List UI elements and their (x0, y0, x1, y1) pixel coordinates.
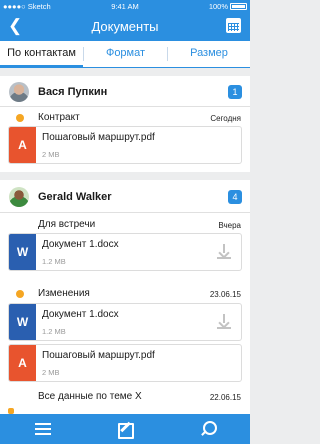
file-item[interactable]: W Документ 1.docx 1.2 MB (8, 303, 242, 341)
top-bar: ●●●●○ Sketch 9:41 AM 100% ❮ Документы (0, 0, 250, 41)
file-size: 1.2 MB (42, 327, 66, 336)
file-size: 1.2 MB (42, 257, 66, 266)
contact-card: Вася Пупкин 1 Контракт Сегодня A Пошагов… (0, 76, 250, 172)
tab-size[interactable]: Размер (168, 41, 250, 67)
download-icon[interactable] (217, 313, 231, 329)
download-icon[interactable] (217, 243, 231, 259)
message-title[interactable]: Контракт (38, 112, 80, 123)
message-title[interactable]: Для встречи (38, 219, 95, 230)
file-size: 2 MB (42, 368, 60, 377)
tab-format[interactable]: Формат (84, 41, 167, 67)
avatar (9, 187, 29, 207)
file-name: Пошаговый маршрут.pdf (42, 132, 155, 143)
search-icon[interactable] (198, 419, 218, 439)
file-name: Документ 1.docx (42, 309, 119, 320)
compose-icon[interactable] (115, 419, 135, 439)
contact-name[interactable]: Gerald Walker (38, 191, 112, 203)
file-item[interactable]: A Пошаговый маршрут.pdf 2 MB (8, 126, 242, 164)
file-name: Документ 1.docx (42, 239, 119, 250)
unread-dot (16, 290, 24, 298)
pdf-icon: A (9, 127, 36, 163)
battery-icon (230, 3, 247, 10)
message-title[interactable]: Изменения (38, 288, 90, 299)
tab-underline (0, 67, 250, 68)
calendar-icon[interactable] (226, 18, 241, 33)
contact-card: Gerald Walker 4 Для встречи Вчера W Доку… (0, 180, 250, 414)
tab-bar: По контактам Формат Размер (0, 41, 250, 67)
file-size: 2 MB (42, 150, 60, 159)
message-date: Вчера (218, 221, 241, 230)
contact-name[interactable]: Вася Пупкин (38, 86, 107, 98)
divider (0, 106, 250, 107)
message-date: 22.06.15 (209, 393, 241, 402)
file-item[interactable]: W Документ 1.docx 1.2 MB (8, 233, 242, 271)
page-title: Документы (91, 19, 159, 34)
status-bar: ●●●●○ Sketch 9:41 AM 100% (0, 1, 250, 12)
message-title[interactable]: Все данные по теме X (38, 391, 142, 402)
avatar (9, 82, 29, 102)
file-name: Пошаговый маршрут.pdf (42, 350, 155, 361)
unread-dot (16, 114, 24, 122)
word-icon: W (9, 304, 36, 340)
nav-bar: ❮ Документы (0, 13, 250, 40)
message-date: Сегодня (210, 114, 241, 123)
pdf-icon: A (9, 345, 36, 381)
menu-icon[interactable] (33, 419, 53, 439)
word-icon: W (9, 234, 36, 270)
tab-by-contacts[interactable]: По контактам (0, 41, 83, 67)
file-item[interactable]: A Пошаговый маршрут.pdf 2 MB (8, 344, 242, 382)
battery-indicator: 100% (209, 2, 247, 11)
count-badge: 4 (228, 190, 242, 204)
count-badge: 1 (228, 85, 242, 99)
divider (0, 212, 250, 213)
message-date: 23.06.15 (209, 290, 241, 299)
bottom-bar (0, 414, 250, 444)
